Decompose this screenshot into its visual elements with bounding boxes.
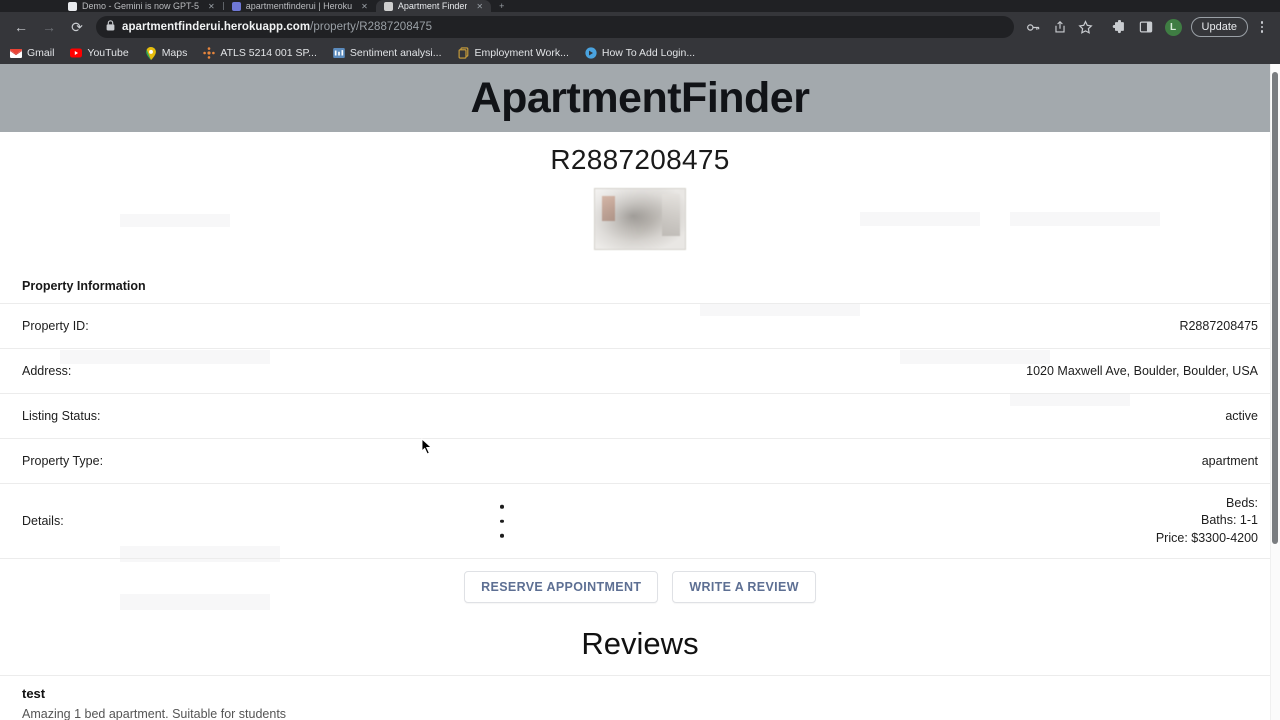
share-icon[interactable]: [1048, 15, 1072, 39]
bookmark-label: YouTube: [87, 47, 129, 59]
details-bullet-markers: [500, 504, 504, 538]
bookmark-label: ATLS 5214 001 SP...: [220, 47, 317, 59]
row-value: 1020 Maxwell Ave, Boulder, Boulder, USA: [1026, 364, 1258, 378]
tab-close-icon[interactable]: ✕: [361, 2, 368, 11]
bookmark-star-icon[interactable]: [1074, 15, 1098, 39]
update-button[interactable]: Update: [1190, 17, 1248, 37]
action-button-row: RESERVE APPOINTMENT WRITE A REVIEW: [0, 559, 1280, 603]
bookmark-maps[interactable]: Maps: [145, 46, 188, 60]
medium-icon: [585, 47, 597, 59]
browser-toolbar: ← → ⟳ apartmentfinderui.herokuapp.com/pr…: [0, 12, 1280, 42]
details-values: Beds: Baths: 1-1 Price: $3300-4200: [262, 495, 1258, 548]
bookmark-employment[interactable]: Employment Work...: [458, 47, 569, 59]
tab-favicon: [383, 1, 393, 11]
table-row: Property ID: R2887208475: [0, 304, 1280, 349]
row-label: Details:: [22, 514, 64, 528]
colab-icon: [333, 47, 345, 59]
write-a-review-button[interactable]: WRITE A REVIEW: [672, 571, 816, 603]
tab-title: Apartment Finder: [397, 1, 468, 11]
property-photo: [594, 188, 686, 250]
extensions-puzzle-icon[interactable]: [1108, 15, 1132, 39]
section-header-row: Property Information: [0, 268, 1280, 304]
tab-strip: Demo - Gemini is now GPT-5 ✕ apartmentfi…: [0, 0, 1280, 12]
reviews-heading: Reviews: [581, 626, 699, 661]
row-label: Address:: [22, 364, 72, 378]
details-beds: Beds:: [1226, 495, 1258, 510]
tab-close-icon[interactable]: ✕: [476, 2, 483, 11]
browser-tab-active[interactable]: Apartment Finder ✕: [375, 0, 492, 12]
bookmarks-bar: Gmail YouTube Maps ATLS 5214 001 SP... S…: [0, 42, 1280, 64]
bookmark-atls[interactable]: ATLS 5214 001 SP...: [203, 47, 317, 59]
row-value: R2887208475: [1179, 319, 1258, 333]
row-label: Listing Status:: [22, 409, 101, 423]
url-domain: apartmentfinderui.herokuapp.com: [122, 21, 311, 33]
tab-title: Demo - Gemini is now GPT-5: [82, 1, 200, 11]
bookmark-label: How To Add Login...: [601, 47, 696, 59]
site-title: ApartmentFinder: [470, 73, 810, 122]
property-id-heading: R2887208475: [550, 144, 730, 175]
row-label: Property Type:: [22, 454, 104, 468]
url-text: apartmentfinderui.herokuapp.com/property…: [122, 21, 432, 33]
key-icon[interactable]: [1022, 15, 1046, 39]
table-row-details: Details: Beds: Baths: 1-1 Price: $3300-4…: [0, 484, 1280, 559]
browser-tab[interactable]: apartmentfinderui | Heroku ✕: [224, 0, 376, 12]
youtube-icon: [70, 47, 83, 59]
bookmark-sentiment[interactable]: Sentiment analysi...: [333, 47, 442, 59]
bookmark-label: Gmail: [27, 47, 55, 59]
browser-chrome: Demo - Gemini is now GPT-5 ✕ apartmentfi…: [0, 0, 1280, 64]
bookmark-youtube[interactable]: YouTube: [70, 47, 129, 59]
tab-favicon: [231, 1, 241, 11]
back-button[interactable]: ←: [8, 14, 34, 40]
row-value: apartment: [1201, 454, 1258, 468]
tab-title: apartmentfinderui | Heroku: [245, 1, 353, 11]
canvas-icon: [203, 47, 216, 59]
bookmark-gmail[interactable]: Gmail: [10, 47, 54, 59]
gmail-icon: [10, 47, 22, 59]
tab-close-icon[interactable]: ✕: [208, 2, 215, 11]
reserve-appointment-button[interactable]: RESERVE APPOINTMENT: [464, 571, 659, 603]
review-body: Amazing 1 bed apartment. Suitable for st…: [22, 707, 287, 720]
row-label: Property ID:: [22, 319, 89, 333]
profile-avatar[interactable]: L: [1164, 18, 1182, 36]
url-path: /property/R2887208475: [310, 21, 433, 33]
bookmark-label: Sentiment analysi...: [349, 47, 442, 59]
site-header: ApartmentFinder: [0, 64, 1280, 132]
details-price: Price: $3300-4200: [1155, 530, 1258, 545]
table-row: Address: 1020 Maxwell Ave, Boulder, Boul…: [0, 349, 1280, 394]
forward-button[interactable]: →: [36, 14, 62, 40]
page-viewport: ApartmentFinder R2887208475 Property Inf…: [0, 64, 1280, 720]
tab-favicon: [68, 1, 77, 11]
section-label: Property Information: [22, 278, 146, 293]
new-tab-button[interactable]: +: [491, 0, 512, 12]
bookmark-label: Maps: [161, 47, 188, 59]
list-item: test Amazing 1 bed apartment. Suitable f…: [0, 676, 1280, 720]
review-title: test: [22, 686, 46, 701]
bookmark-label: Employment Work...: [474, 47, 569, 59]
lock-icon: [106, 18, 115, 36]
reviews-list: test Amazing 1 bed apartment. Suitable f…: [0, 675, 1280, 720]
reload-button[interactable]: ⟳: [64, 14, 90, 40]
table-row: Property Type: apartment: [0, 439, 1280, 484]
address-bar[interactable]: apartmentfinderui.herokuapp.com/property…: [96, 16, 1014, 38]
doc-icon: [458, 47, 470, 59]
details-baths: Baths: 1-1: [1201, 513, 1258, 528]
browser-tab[interactable]: Demo - Gemini is now GPT-5 ✕: [60, 0, 223, 12]
row-value: active: [1225, 409, 1258, 423]
side-panel-icon[interactable]: [1134, 15, 1158, 39]
bookmark-how-to-add-login[interactable]: How To Add Login...: [585, 47, 695, 59]
three-dot-menu-icon[interactable]: [1252, 15, 1272, 39]
scrollbar-thumb[interactable]: [1272, 72, 1278, 544]
maps-pin-icon: [145, 46, 157, 60]
property-information-table: Property Information Property ID: R28872…: [0, 268, 1280, 559]
table-row: Listing Status: active: [0, 394, 1280, 439]
page-scrollbar[interactable]: [1270, 64, 1280, 720]
